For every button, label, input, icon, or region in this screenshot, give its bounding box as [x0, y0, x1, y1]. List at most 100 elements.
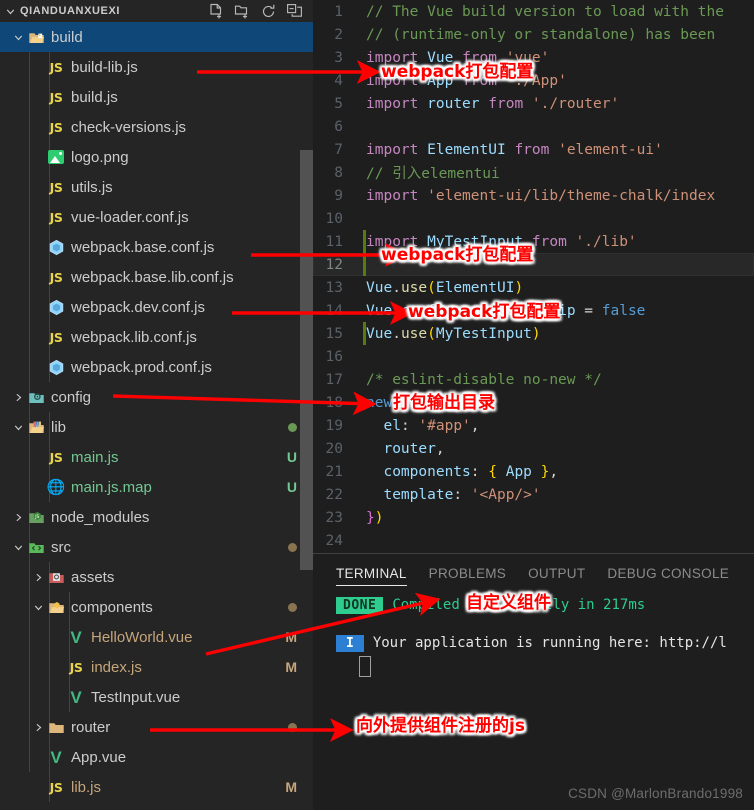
code-line[interactable]: 2 // (runtime-only or standalone) has bee… [313, 23, 754, 46]
tree-item-label: HelloWorld.vue [91, 628, 193, 646]
chevron-down-icon[interactable] [30, 599, 46, 615]
code-line[interactable]: 17 /* eslint-disable no-new */ [313, 368, 754, 391]
terminal-text: Compiled successfully in 217ms [392, 597, 646, 613]
tree-item-webpack-dev-conf-js[interactable]: webpack.dev.conf.js [0, 292, 313, 322]
code-text: components: { App }, [383, 463, 559, 480]
tree-item-assets[interactable]: assets [0, 562, 313, 592]
tree-item-main-js-map[interactable]: 🌐 main.js.map U [0, 472, 313, 502]
code-line[interactable]: 12 [313, 253, 754, 276]
tab-output[interactable]: OUTPUT [528, 554, 585, 592]
tree-item-webpack-lib-conf-js[interactable]: JS webpack.lib.conf.js [0, 322, 313, 352]
git-change-marker [363, 322, 366, 345]
js-icon: JS [49, 779, 63, 795]
tree-item-lib[interactable]: lib [0, 412, 313, 442]
code-text: import Vue from 'vue' [366, 49, 550, 66]
code-line[interactable]: 1 // The Vue build version to load with t… [313, 0, 754, 23]
code-text: // 引入elementui [366, 166, 500, 182]
tree-item-utils-js[interactable]: JS utils.js [0, 172, 313, 202]
code-line[interactable]: 14 Vue.config.productionTip = false [313, 299, 754, 322]
tree-item-webpack-base-lib-conf-js[interactable]: JS webpack.base.lib.conf.js [0, 262, 313, 292]
tree-item-logo-png[interactable]: logo.png [0, 142, 313, 172]
line-number: 4 [334, 72, 343, 89]
line-number: 5 [334, 95, 343, 112]
chevron-right-icon[interactable] [10, 389, 26, 405]
js-icon: JS [49, 209, 63, 225]
new-folder-icon[interactable] [234, 3, 251, 20]
chevron-down-icon[interactable] [10, 29, 26, 45]
terminal-cursor [359, 656, 371, 677]
code-text: /* eslint-disable no-new */ [366, 371, 602, 388]
tree-item-label: vue-loader.conf.js [71, 208, 189, 226]
tree-item-build-lib-js[interactable]: JS build-lib.js [0, 52, 313, 82]
sidebar-scrollbar[interactable] [300, 150, 313, 570]
collapse-all-icon[interactable] [286, 3, 303, 20]
code-line[interactable]: 10 [313, 207, 754, 230]
code-line[interactable]: 18 new Vue({ [313, 391, 754, 414]
chevron-down-icon[interactable] [10, 539, 26, 555]
file-tree[interactable]: build JS build-lib.js JS build.js JS check-ver… [0, 22, 313, 810]
code-editor[interactable]: 1 // The Vue build version to load with t… [313, 0, 754, 553]
line-number: 1 [334, 3, 343, 20]
code-text: el: '#app', [383, 417, 480, 434]
refresh-icon[interactable] [260, 3, 277, 20]
tree-item-build[interactable]: build [0, 22, 313, 52]
code-line[interactable]: 8 // 引入elementui [313, 161, 754, 184]
code-line[interactable]: 23}) [313, 506, 754, 529]
tree-item-components[interactable]: components [0, 592, 313, 622]
map-icon: 🌐 [46, 478, 66, 496]
tree-item-main-js[interactable]: JSmain.jsM [0, 802, 313, 810]
tree-item-webpack-prod-conf-js[interactable]: webpack.prod.conf.js [0, 352, 313, 382]
code-line[interactable]: 20 router, [313, 437, 754, 460]
tree-item-router[interactable]: router [0, 712, 313, 742]
code-line[interactable]: 15 Vue.use(MyTestInput) [313, 322, 754, 345]
code-line[interactable]: 21 components: { App }, [313, 460, 754, 483]
chevron-right-icon[interactable] [30, 719, 46, 735]
tree-item-lib-js[interactable]: JS lib.js M [0, 772, 313, 802]
tree-item-label: webpack.base.conf.js [71, 238, 215, 256]
terminal-line: DONE Compiled successfully in 217ms [336, 592, 754, 618]
tree-item-index-js[interactable]: JS index.js M [0, 652, 313, 682]
git-change-marker [363, 253, 366, 276]
code-line[interactable]: 16 [313, 345, 754, 368]
code-line[interactable]: 5 import router from './router' [313, 92, 754, 115]
tree-item-src[interactable]: src [0, 532, 313, 562]
chevron-right-icon[interactable] [30, 569, 46, 585]
vscode-window: QIANDUANXUEXI build JS build-lib.js JS b… [0, 0, 754, 810]
tree-item-config[interactable]: config [0, 382, 313, 412]
tree-item-webpack-base-conf-js[interactable]: webpack.base.conf.js [0, 232, 313, 262]
code-line[interactable]: 13 Vue.use(ElementUI) [313, 276, 754, 299]
tab-problems[interactable]: PROBLEMS [429, 554, 506, 592]
code-line[interactable]: 7 import ElementUI from 'element-ui' [313, 138, 754, 161]
terminal-output[interactable]: DONE Compiled successfully in 217ms I Yo… [313, 592, 754, 677]
folder-assets-icon [46, 567, 66, 587]
code-line[interactable]: 4 import App from './App' [313, 69, 754, 92]
folder-node-icon: JS [26, 507, 46, 527]
code-line[interactable]: 24 [313, 529, 754, 552]
code-line[interactable]: 3 import Vue from 'vue' [313, 46, 754, 69]
code-line[interactable]: 6 [313, 115, 754, 138]
tree-item-main-js[interactable]: JS main.js U [0, 442, 313, 472]
tree-item-testinput-vue[interactable]: V TestInput.vue [0, 682, 313, 712]
code-line[interactable]: 22 template: '<App/>' [313, 483, 754, 506]
tree-item-helloworld-vue[interactable]: V HelloWorld.vue M [0, 622, 313, 652]
tree-item-build-js[interactable]: JS build.js [0, 82, 313, 112]
tree-item-label: App.vue [71, 748, 127, 766]
line-number: 12 [325, 256, 343, 273]
tree-item-check-versions-js[interactable]: JS check-versions.js [0, 112, 313, 142]
panel-tabs[interactable]: TERMINAL PROBLEMS OUTPUT DEBUG CONSOLE [313, 554, 754, 592]
folder-open-lib-icon [26, 417, 46, 437]
chevron-down-icon[interactable] [2, 3, 18, 19]
tab-debug-console[interactable]: DEBUG CONSOLE [607, 554, 729, 592]
code-line[interactable]: 11 import MyTestInput from './lib' [313, 230, 754, 253]
new-file-icon[interactable] [208, 3, 225, 20]
tab-terminal[interactable]: TERMINAL [336, 554, 407, 592]
chevron-right-icon[interactable] [10, 509, 26, 525]
chevron-down-icon[interactable] [10, 419, 26, 435]
tree-item-vue-loader-conf-js[interactable]: JS vue-loader.conf.js [0, 202, 313, 232]
code-line[interactable]: 9 import 'element-ui/lib/theme-chalk/inde… [313, 184, 754, 207]
code-line[interactable]: 19 el: '#app', [313, 414, 754, 437]
tree-item-app-vue[interactable]: V App.vue [0, 742, 313, 772]
tree-item-node-modules[interactable]: JS node_modules [0, 502, 313, 532]
